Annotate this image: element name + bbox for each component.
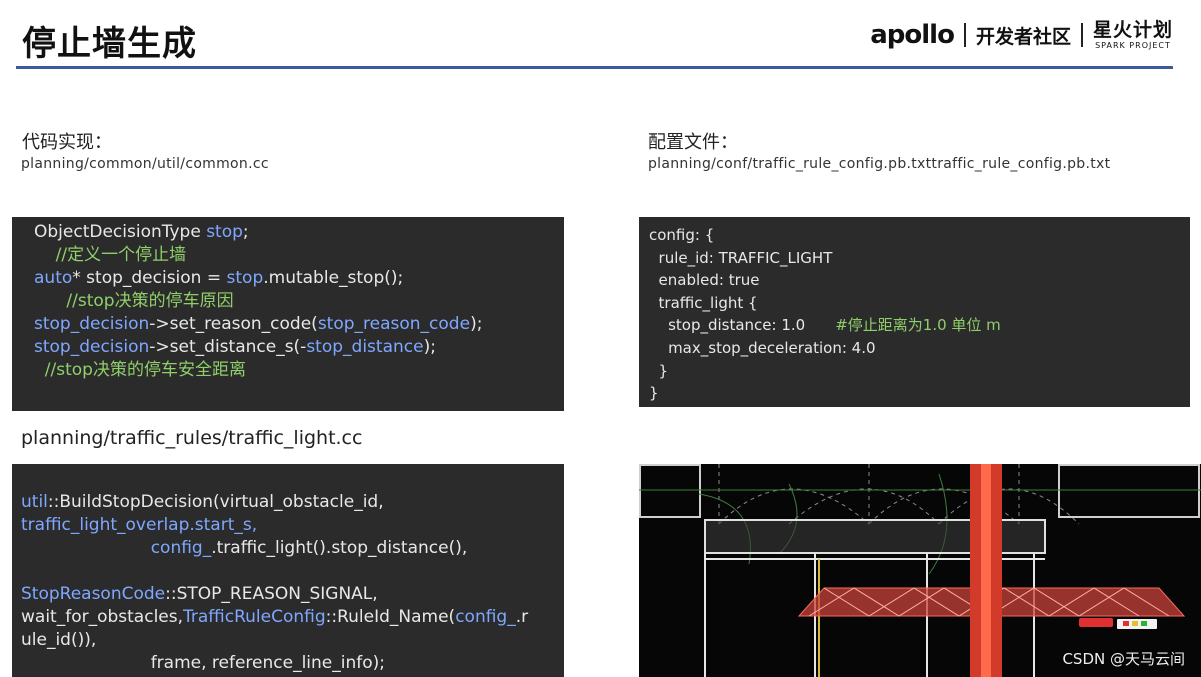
config-line: enabled: true	[649, 271, 760, 290]
code-line: stop_decision->set_distance_s(-stop_dist…	[34, 337, 436, 357]
traffic-light-path: planning/traffic_rules/traffic_light.cc	[21, 427, 363, 449]
config-line: }	[649, 361, 669, 380]
config-file-path: planning/conf/traffic_rule_config.pb.txt…	[648, 156, 1111, 172]
csdn-watermark: CSDN @天马云间	[1062, 650, 1185, 668]
code-comment: //stop决策的停车安全距离	[34, 360, 246, 380]
code-line: auto* stop_decision = stop.mutable_stop(…	[34, 268, 404, 288]
code-block-traffic-light: util::BuildStopDecision(virtual_obstacle…	[12, 464, 564, 677]
code-blank	[21, 560, 564, 583]
code-line: config_.traffic_light().stop_distance(),	[21, 538, 468, 558]
code-comment: //定义一个停止墙	[34, 245, 187, 265]
code-line: wait_for_obstacles,TrafficRuleConfig::Ru…	[21, 607, 529, 627]
signal-light	[1123, 621, 1129, 626]
code-line: StopReasonCode::STOP_REASON_SIGNAL,	[21, 584, 378, 604]
config-line: }	[649, 384, 659, 403]
code-line: traffic_light_overlap.start_s,	[21, 515, 258, 535]
community-label: 开发者社区	[975, 25, 1071, 48]
scene-block	[1058, 464, 1200, 518]
code-line: ObjectDecisionType stop;	[34, 222, 249, 242]
title-underline	[16, 66, 1173, 69]
brand-logos: apollo 开发者社区 星火计划 SPARK PROJECT	[870, 20, 1173, 50]
spark-logo: 星火计划 SPARK PROJECT	[1092, 18, 1173, 50]
config-line: stop_distance: 1.0 #停止距离为1.0 单位 m	[649, 316, 1001, 335]
code-line: util::BuildStopDecision(virtual_obstacle…	[21, 492, 384, 512]
reference-beam-core	[981, 464, 991, 677]
divider	[1080, 23, 1083, 47]
config-line: config: {	[649, 226, 715, 244]
signal-light	[1141, 621, 1147, 626]
simulation-scene	[639, 464, 1201, 677]
code-line: frame, reference_line_info);	[21, 653, 386, 673]
scene-svg	[639, 464, 1201, 677]
config-comment: #停止距离为1.0 单位 m	[835, 316, 1001, 335]
scene-block	[639, 464, 701, 518]
config-file-label: 配置文件：	[648, 132, 738, 153]
spark-en: SPARK PROJECT	[1095, 40, 1171, 50]
config-line: max_stop_deceleration: 4.0	[649, 338, 876, 357]
config-line: traffic_light {	[649, 293, 758, 312]
divider	[963, 23, 966, 47]
guide-lines	[718, 464, 1080, 525]
code-impl-label: 代码实现：	[22, 132, 112, 153]
spark-cn: 星火计划	[1092, 18, 1173, 41]
signal-light	[1132, 621, 1138, 626]
page-title: 停止墙生成	[22, 24, 197, 64]
code-comment: //stop决策的停车原因	[34, 291, 234, 311]
code-line: stop_decision->set_reason_code(stop_reas…	[34, 314, 483, 334]
code-block-common: ObjectDecisionType stop; //定义一个停止墙 auto*…	[12, 217, 564, 411]
code-impl-path: planning/common/util/common.cc	[21, 156, 269, 172]
config-block: config: { rule_id: TRAFFIC_LIGHT enabled…	[639, 217, 1190, 407]
apollo-logo: apollo	[870, 20, 955, 50]
code-line: ule_id()),	[21, 630, 97, 650]
config-line: rule_id: TRAFFIC_LIGHT	[649, 248, 833, 267]
signal-marker-red	[1079, 618, 1113, 627]
